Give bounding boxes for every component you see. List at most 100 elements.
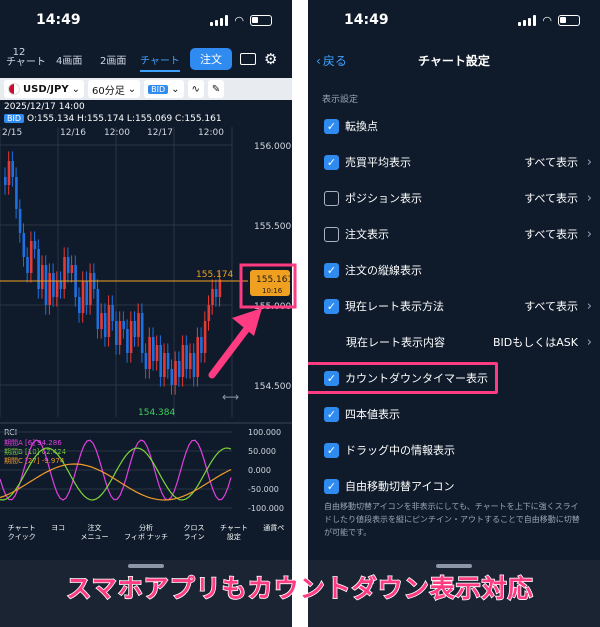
bottom-menu-item[interactable]: 注文 メニュー [81,524,109,554]
tab-4-screen[interactable]: 4画面 [56,52,82,67]
checkbox[interactable] [324,154,339,170]
settings-list: 転換点売買平均表示すべて表示›ポジション表示すべて表示›注文表示すべて表示›注文… [308,108,600,504]
candle [185,345,188,369]
chevron-down-icon: ⌄ [71,83,80,95]
settings-row[interactable]: 現在レート表示方法 すべて表示 › [308,288,600,324]
checkbox[interactable] [324,406,339,422]
candle [218,279,222,297]
pencil-icon: ✎ [211,83,221,95]
candle [15,177,18,209]
settings-row[interactable]: ポジション表示 すべて表示 › [308,180,600,216]
settings-row-label: 注文の縦線表示 [345,264,422,277]
settings-row-label: 転換点 [345,120,378,133]
checkbox[interactable] [324,298,339,314]
rci-line [0,463,232,501]
settings-row[interactable]: 四本値表示 [308,396,600,432]
settings-row[interactable]: ドラッグ中の情報表示 [308,432,600,468]
candle [48,273,51,305]
highlight-box [308,362,498,394]
tab-12-chart[interactable]: 12 チャート [6,48,46,68]
candle [59,281,63,289]
x-axis-label: 2/15 [2,128,22,138]
interval-select[interactable]: 60分足 ⌄ [87,80,141,98]
chart-bottom-menu: チャート クイック ヨコ 注文 メニュー 分析 フィボ ナッチ クロス ライン チャート … [0,524,292,554]
flag-icon [8,83,20,95]
indicator-button[interactable]: ∿ [187,80,204,98]
screen-icon[interactable] [240,53,256,65]
order-button[interactable]: 注文 [190,48,232,70]
candle [207,305,211,321]
bottom-menu-item[interactable]: 通貨ペ [263,524,284,554]
candle [203,321,207,353]
tab-chart[interactable]: チャート [140,52,180,72]
bottom-menu-item[interactable]: 分析 フィボ ナッチ [124,524,168,554]
settings-row[interactable]: 転換点 [308,108,600,144]
chart-settings-screen: 14:49 ◠ ‹戻る チャート設定 表示設定 転換点売買平均表示すべて表示›ポ… [308,0,600,627]
settings-row[interactable]: 現在レート表示内容 BIDもしくはASK › [308,324,600,360]
candle [44,265,48,305]
interval-label: 60分足 [91,85,125,97]
chevron-right-icon: › [586,298,592,314]
candle [52,273,55,297]
status-time: 14:49 [344,12,389,28]
candle [181,345,185,377]
settings-row-value: BIDもしくはASK [493,336,578,349]
checkbox[interactable] [324,190,339,206]
checkbox[interactable] [324,442,339,458]
info-date: 2025/12/17 14:00 [4,102,85,112]
settings-row[interactable]: 注文表示 すべて表示 › [308,216,600,252]
price-chart[interactable]: 156.000 155.500 155.000 154.500 2/15 12/16 12:… [0,127,292,522]
x-axis-label: 12:00 [104,128,130,138]
candle [189,353,192,369]
checkbox[interactable] [324,226,339,242]
section-header: 表示設定 [322,95,359,105]
candle [163,353,166,377]
draw-button[interactable]: ✎ [207,80,225,98]
price-label: 155.174 [196,270,233,280]
checkbox[interactable] [324,478,339,494]
chevron-down-icon: ⌄ [171,83,180,95]
bottom-menu-item[interactable]: チャート クイック [8,524,36,554]
candle [11,161,14,177]
candle [196,337,199,377]
candle [103,313,107,337]
settings-row[interactable]: カウントダウンタイマー表示 [308,360,600,396]
candle [126,329,129,353]
chevron-right-icon: › [586,190,592,206]
low-label: 154.384 [138,408,175,418]
settings-row[interactable]: 売買平均表示 すべて表示 › [308,144,600,180]
checkbox[interactable] [324,118,339,134]
candle [166,353,170,369]
candle [4,177,7,185]
checkbox[interactable] [324,262,339,278]
candle [70,265,74,273]
x-axis-label: 12:00 [198,128,224,138]
bottom-menu-item[interactable]: ヨコ [51,524,65,554]
x-axis-label: 12/16 [60,128,86,138]
y-axis-label: 156.000 [254,142,291,152]
bottom-menu-item[interactable]: チャート 設定 [220,524,248,554]
settings-row[interactable]: 注文の縦線表示 [308,252,600,288]
candle [85,281,88,305]
ohlc-info: 2025/12/17 14:00 BID O:155.134 H:155.174 … [4,101,222,125]
currency-pair-select[interactable]: USD/JPY ⌄ [4,80,84,98]
chart-toolbar: USD/JPY ⌄ 60分足 ⌄ BID ⌄ ∿ ✎ [0,78,292,100]
candle [107,305,111,337]
footnote: 自由移動切替アイコンを非表示にしても、チャートを上下に強くスライドしたり値段表示… [324,502,580,537]
gear-icon[interactable]: ⚙ [264,50,277,68]
settings-row-label: ドラッグ中の情報表示 [345,444,455,457]
bottom-menu-item[interactable]: クロス ライン [183,524,204,554]
tab-2-screen[interactable]: 2画面 [100,52,126,67]
signal-icon [518,15,537,26]
candle [137,313,140,337]
settings-row[interactable]: 自由移動切替アイコン [308,468,600,504]
settings-row-label: 注文表示 [345,228,389,241]
currency-pair-label: USD/JPY [23,83,69,95]
candle [118,321,122,345]
candle [115,321,118,345]
rci-y-label: -100.000 [248,504,284,513]
rci-y-label: -50.000 [248,485,279,494]
status-bar: 14:49 ◠ [308,0,600,42]
y-axis-label: 154.500 [254,382,291,392]
bid-select[interactable]: BID ⌄ [144,80,184,98]
